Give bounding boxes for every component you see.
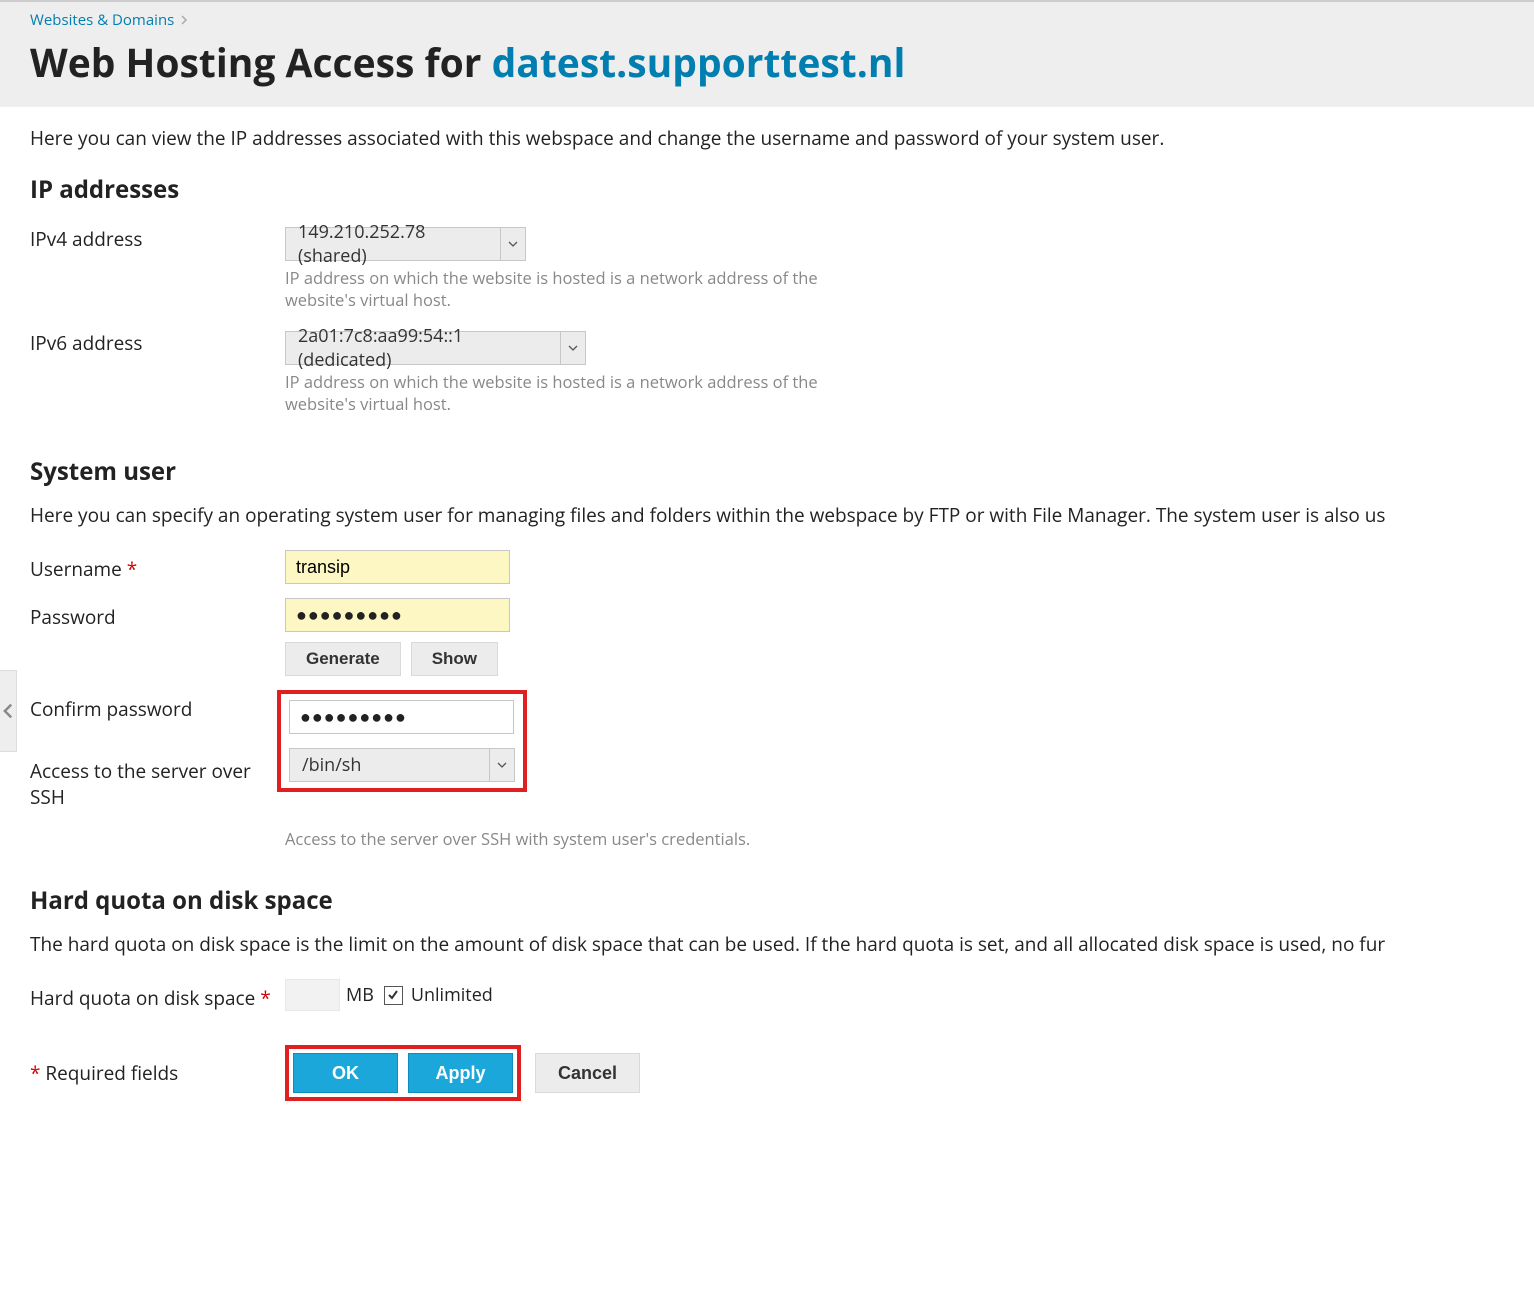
breadcrumb-link-websites-domains[interactable]: Websites & Domains <box>30 10 174 30</box>
label-confirm-password: Confirm password <box>30 690 285 722</box>
page-title-domain: datest.supporttest.nl <box>492 36 906 89</box>
page-header: Websites & Domains Web Hosting Access fo… <box>0 0 1534 107</box>
field-row-quota: Hard quota on disk space * MB Unlimited <box>30 979 1504 1011</box>
page-title: Web Hosting Access for datest.supporttes… <box>30 36 1504 89</box>
red-highlight-box-buttons: OK Apply <box>285 1045 521 1101</box>
select-ipv6[interactable]: 2a01:7c8:aa99:54::1 (dedicated) <box>285 331 586 365</box>
sidebar-collapse-handle[interactable] <box>0 670 17 752</box>
confirm-password-input[interactable]: ●●●●●●●●● <box>289 700 514 734</box>
field-row-password: Password ●●●●●●●●● Generate Show <box>30 598 1504 676</box>
apply-button[interactable]: Apply <box>408 1053 513 1093</box>
section-heading-system-user: System user <box>30 455 1504 488</box>
field-row-ipv4: IPv4 address 149.210.252.78 (shared) IP … <box>30 220 1504 312</box>
ssh-help-row: Access to the server over SSH with syste… <box>30 828 1504 850</box>
select-ipv4[interactable]: 149.210.252.78 (shared) <box>285 227 526 261</box>
chevron-down-icon <box>560 331 586 365</box>
chevron-down-icon <box>500 227 526 261</box>
page-title-prefix: Web Hosting Access for <box>30 36 492 89</box>
password-input[interactable]: ●●●●●●●●● <box>285 598 510 632</box>
chevron-down-icon <box>489 748 515 782</box>
required-asterisk: * <box>260 985 270 1011</box>
label-ssh-access: Access to the server over SSH <box>30 752 285 810</box>
username-input[interactable] <box>285 550 510 584</box>
select-value-ipv4: 149.210.252.78 (shared) <box>285 227 500 261</box>
quota-input[interactable] <box>285 979 340 1011</box>
help-ipv6: IP address on which the website is hoste… <box>285 371 865 416</box>
quota-intro: The hard quota on disk space is the limi… <box>30 931 1504 957</box>
ok-button[interactable]: OK <box>293 1053 398 1093</box>
help-ssh-access: Access to the server over SSH with syste… <box>285 828 865 850</box>
page-intro-text: Here you can view the IP addresses assoc… <box>30 125 1504 151</box>
required-legend: * Required fields <box>30 1060 285 1086</box>
label-unlimited: Unlimited <box>411 983 493 1007</box>
generate-button[interactable]: Generate <box>285 642 401 676</box>
form-footer: * Required fields OK Apply Cancel <box>30 1045 1504 1101</box>
breadcrumb: Websites & Domains <box>30 10 1504 30</box>
help-ipv4: IP address on which the website is hoste… <box>285 267 865 312</box>
label-ipv6: IPv6 address <box>30 324 285 356</box>
label-quota: Hard quota on disk space * <box>30 979 285 1011</box>
field-row-username: Username * <box>30 550 1504 584</box>
select-value-ssh: /bin/sh <box>289 748 489 782</box>
select-ssh-access[interactable]: /bin/sh <box>289 748 515 782</box>
label-password: Password <box>30 598 285 630</box>
show-button[interactable]: Show <box>411 642 498 676</box>
label-ipv4: IPv4 address <box>30 220 285 252</box>
field-row-ipv6: IPv6 address 2a01:7c8:aa99:54::1 (dedica… <box>30 324 1504 416</box>
chevron-right-icon <box>180 11 188 29</box>
cancel-button[interactable]: Cancel <box>535 1053 640 1093</box>
red-highlight-box-ssh: ●●●●●●●●● /bin/sh <box>277 690 527 792</box>
select-value-ipv6: 2a01:7c8:aa99:54::1 (dedicated) <box>285 331 560 365</box>
section-heading-quota: Hard quota on disk space <box>30 884 1504 917</box>
unlimited-checkbox[interactable]: Unlimited <box>384 983 493 1007</box>
required-asterisk: * <box>127 556 137 582</box>
label-username: Username * <box>30 550 285 582</box>
section-heading-ip: IP addresses <box>30 173 1504 206</box>
checkbox-box <box>384 986 403 1005</box>
system-user-intro: Here you can specify an operating system… <box>30 502 1504 528</box>
label-mb: MB <box>346 983 374 1007</box>
